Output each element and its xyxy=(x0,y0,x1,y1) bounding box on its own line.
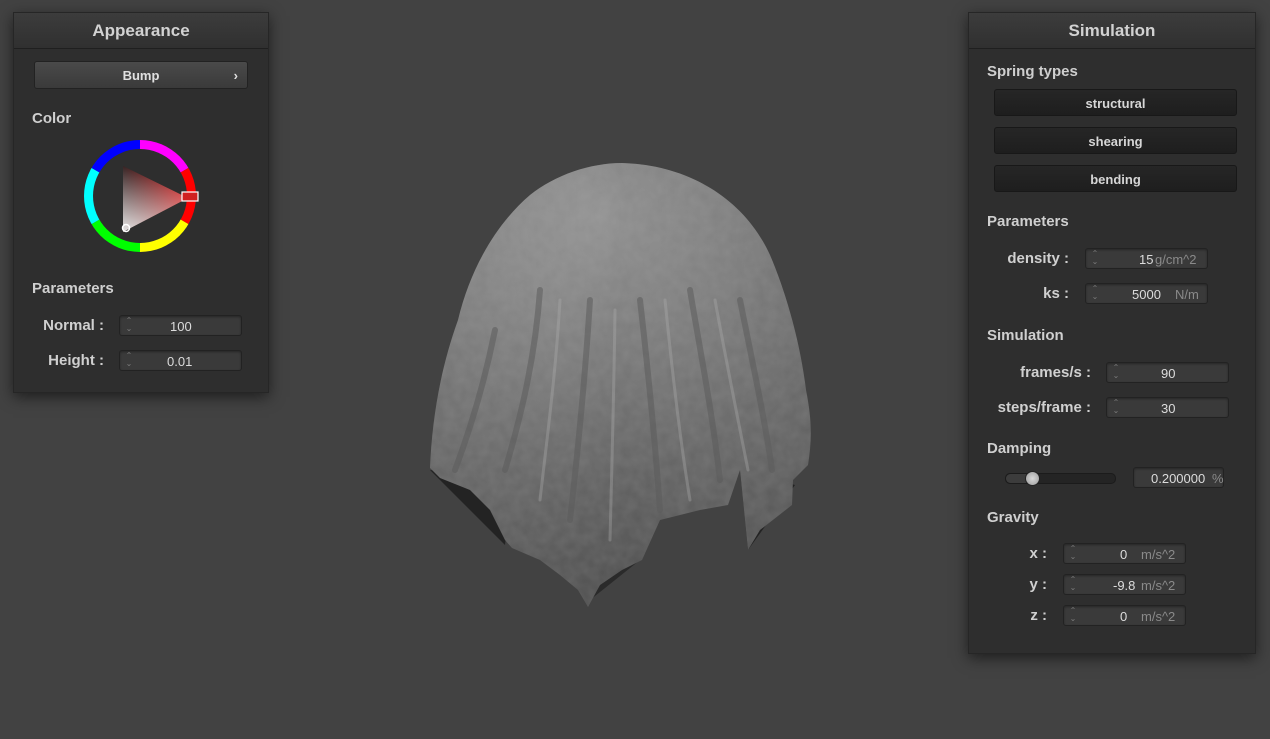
height-input[interactable]: ⌃ ⌄ 0.01 xyxy=(119,350,242,371)
gravity-y-value: -9.8 xyxy=(1113,578,1136,593)
damping-slider[interactable] xyxy=(1005,471,1116,486)
fps-value: 90 xyxy=(1161,366,1176,381)
simulation-panel: Simulation Spring types structural shear… xyxy=(968,12,1256,654)
gravity-y-label: y : xyxy=(1029,576,1047,593)
fps-label: frames/s : xyxy=(1020,364,1091,381)
gravity-z-unit: m/s^2 xyxy=(1141,609,1176,624)
shader-combo-label: Bump xyxy=(122,68,160,83)
color-section-title: Color xyxy=(32,110,72,127)
steps-label: steps/frame : xyxy=(997,399,1091,416)
fps-input[interactable]: ⌃ ⌄ 90 xyxy=(1106,362,1229,383)
simulation-section-title: Simulation xyxy=(987,327,1064,344)
color-wheel[interactable] xyxy=(84,138,204,258)
spinner-icon[interactable]: ⌃ ⌄ xyxy=(1091,285,1099,301)
damping-value: 0.200000 xyxy=(1151,471,1206,486)
spring-types-title: Spring types xyxy=(987,63,1078,80)
gravity-y-input[interactable]: ⌃ ⌄ -9.8 m/s^2 xyxy=(1063,574,1186,595)
shearing-spring-button[interactable]: shearing xyxy=(994,127,1237,154)
density-input[interactable]: ⌃ ⌄ 15 g/cm^2 xyxy=(1085,248,1208,269)
gravity-x-label: x : xyxy=(1029,545,1047,562)
spinner-icon[interactable]: ⌃ ⌄ xyxy=(1069,545,1077,561)
spinner-icon[interactable]: ⌃ ⌄ xyxy=(1112,399,1120,415)
bending-spring-button[interactable]: bending xyxy=(994,165,1237,192)
gravity-y-unit: m/s^2 xyxy=(1141,578,1176,593)
appearance-panel: Appearance Bump › Color Parameters Norma… xyxy=(13,12,269,393)
spinner-icon[interactable]: ⌃ ⌄ xyxy=(125,352,133,368)
normal-input[interactable]: ⌃ ⌄ 100 xyxy=(119,315,242,336)
density-unit: g/cm^2 xyxy=(1155,252,1197,267)
structural-spring-button[interactable]: structural xyxy=(994,89,1237,116)
simulation-panel-title: Simulation xyxy=(969,13,1255,49)
gravity-x-value: 0 xyxy=(1120,547,1128,562)
damping-input[interactable]: 0.200000 % xyxy=(1133,467,1224,488)
hue-marker[interactable] xyxy=(181,191,199,202)
gravity-x-input[interactable]: ⌃ ⌄ 0 m/s^2 xyxy=(1063,543,1186,564)
height-label: Height : xyxy=(48,352,104,369)
damping-section-title: Damping xyxy=(987,440,1052,457)
normal-label: Normal : xyxy=(43,317,104,334)
shader-combo-button[interactable]: Bump › xyxy=(34,61,248,89)
damping-unit: % xyxy=(1212,471,1224,486)
normal-value: 100 xyxy=(170,319,192,334)
ks-unit: N/m xyxy=(1175,287,1199,302)
spinner-icon[interactable]: ⌃ ⌄ xyxy=(1069,576,1077,592)
spinner-icon[interactable]: ⌃ ⌄ xyxy=(125,317,133,333)
steps-input[interactable]: ⌃ ⌄ 30 xyxy=(1106,397,1229,418)
appearance-panel-title: Appearance xyxy=(14,13,268,49)
spinner-icon[interactable]: ⌃ ⌄ xyxy=(1091,250,1099,266)
sim-params-title: Parameters xyxy=(987,213,1069,230)
ks-input[interactable]: ⌃ ⌄ 5000 N/m xyxy=(1085,283,1208,304)
height-value: 0.01 xyxy=(167,354,193,369)
ks-value: 5000 xyxy=(1132,287,1161,302)
gravity-x-unit: m/s^2 xyxy=(1141,547,1176,562)
density-value: 15 xyxy=(1139,252,1154,267)
cloth-mesh xyxy=(430,163,811,607)
gravity-z-input[interactable]: ⌃ ⌄ 0 m/s^2 xyxy=(1063,605,1186,626)
density-label: density : xyxy=(1007,250,1069,267)
spinner-icon[interactable]: ⌃ ⌄ xyxy=(1112,364,1120,380)
steps-value: 30 xyxy=(1161,401,1176,416)
appearance-params-title: Parameters xyxy=(32,280,114,297)
gravity-z-label: z : xyxy=(1030,607,1047,624)
ks-label: ks : xyxy=(1043,285,1069,302)
damping-slider-knob[interactable] xyxy=(1025,471,1040,486)
chevron-right-icon: › xyxy=(233,68,238,83)
gravity-section-title: Gravity xyxy=(987,509,1039,526)
spinner-icon[interactable]: ⌃ ⌄ xyxy=(1069,607,1077,623)
gravity-z-value: 0 xyxy=(1120,609,1128,624)
